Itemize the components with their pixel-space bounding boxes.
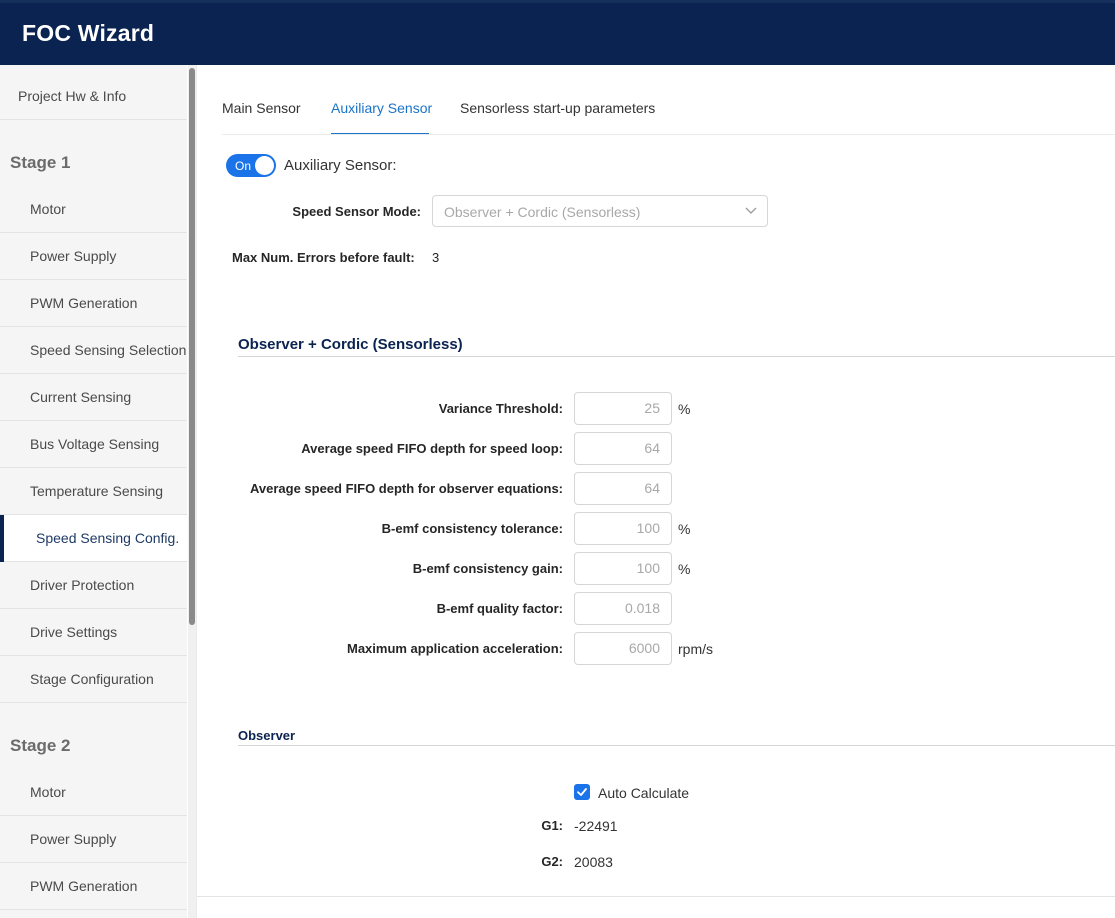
tab-main-sensor[interactable]: Main Sensor [222, 100, 301, 116]
sidebar-item-motor[interactable]: Motor [0, 186, 187, 233]
g2-value: 20083 [574, 854, 613, 870]
app-header: FOC Wizard [0, 0, 1115, 65]
sidebar-item-power-supply[interactable]: Power Supply [0, 233, 187, 280]
fifo-observer-label: Average speed FIFO depth for observer eq… [249, 481, 563, 496]
tabs-divider [222, 134, 1115, 135]
content-divider [196, 65, 197, 918]
variance-threshold-unit: % [678, 401, 691, 417]
sidebar-item-speed-sensing-selection[interactable]: Speed Sensing Selection [0, 327, 187, 374]
auxiliary-sensor-toggle[interactable]: On [226, 154, 276, 177]
bemf-quality-label: B-emf quality factor: [436, 601, 563, 616]
header-top-strip [0, 0, 1115, 3]
speed-sensor-mode-value: Observer + Cordic (Sensorless) [444, 204, 641, 220]
max-errors-label: Max Num. Errors before fault: [232, 250, 415, 265]
sidebar: Project Hw & Info Stage 1 Motor Power Su… [0, 65, 187, 918]
chevron-down-icon [745, 207, 757, 214]
auto-calculate-checkbox[interactable] [574, 784, 590, 800]
max-acceleration-label: Maximum application acceleration: [346, 641, 563, 656]
bemf-tolerance-label: B-emf consistency tolerance: [381, 521, 563, 536]
stage-1-heading: Stage 1 [10, 153, 71, 172]
fifo-speed-loop-input[interactable]: 64 [574, 432, 672, 465]
observer-cordic-section-divider [238, 356, 1115, 357]
speed-sensor-mode-label: Speed Sensor Mode: [292, 204, 421, 219]
max-errors-value: 3 [432, 250, 440, 265]
variance-threshold-input[interactable]: 25 [574, 392, 672, 425]
bemf-gain-input[interactable]: 100 [574, 552, 672, 585]
g2-label: G2: [541, 854, 563, 869]
toggle-knob [255, 156, 274, 175]
observer-cordic-section-title: Observer + Cordic (Sensorless) [238, 336, 463, 353]
bemf-quality-input[interactable]: 0.018 [574, 592, 672, 625]
speed-sensor-mode-select[interactable]: Observer + Cordic (Sensorless) [432, 195, 768, 227]
variance-threshold-label: Variance Threshold: [438, 401, 563, 416]
max-acceleration-input[interactable]: 6000 [574, 632, 672, 665]
sidebar-scrollbar-thumb[interactable] [189, 68, 195, 625]
fifo-speed-loop-label: Average speed FIFO depth for speed loop: [301, 441, 563, 456]
sidebar-item-temperature-sensing[interactable]: Temperature Sensing [0, 468, 187, 515]
sidebar-item-current-sensing[interactable]: Current Sensing [0, 374, 187, 421]
bemf-tolerance-unit: % [678, 521, 691, 537]
sidebar-item-bus-voltage-sensing[interactable]: Bus Voltage Sensing [0, 421, 187, 468]
toggle-state-label: On [235, 159, 252, 173]
sidebar-item-stage2-motor[interactable]: Motor [0, 769, 187, 816]
tab-auxiliary-sensor[interactable]: Auxiliary Sensor [331, 100, 432, 116]
bemf-gain-unit: % [678, 561, 691, 577]
sidebar-item-drive-settings[interactable]: Drive Settings [0, 609, 187, 656]
sidebar-item-stage2-pwm-generation[interactable]: PWM Generation [0, 863, 187, 910]
auxiliary-sensor-label: Auxiliary Sensor: [284, 157, 397, 174]
bemf-tolerance-input[interactable]: 100 [574, 512, 672, 545]
auto-calculate-label: Auto Calculate [598, 785, 690, 801]
app-title: FOC Wizard [22, 20, 155, 46]
observer-section-title: Observer [238, 728, 296, 743]
observer-section-divider [238, 745, 1115, 746]
tab-sensorless-startup[interactable]: Sensorless start-up parameters [460, 100, 655, 116]
g1-label: G1: [541, 818, 563, 833]
max-acceleration-unit: rpm/s [678, 641, 713, 657]
sidebar-item-stage2-power-supply[interactable]: Power Supply [0, 816, 187, 863]
fifo-observer-input[interactable]: 64 [574, 472, 672, 505]
sidebar-item-driver-protection[interactable]: Driver Protection [0, 562, 187, 609]
sidebar-scrollbar[interactable] [188, 65, 196, 918]
sidebar-item-speed-sensing-config[interactable]: Speed Sensing Config. [0, 515, 187, 562]
content-bottom-divider [197, 896, 1115, 897]
checkmark-icon [577, 788, 587, 796]
sidebar-item-stage-configuration[interactable]: Stage Configuration [0, 656, 187, 703]
sidebar-item-pwm-generation[interactable]: PWM Generation [0, 280, 187, 327]
stage-2-heading: Stage 2 [10, 736, 71, 755]
bemf-gain-label: B-emf consistency gain: [412, 561, 563, 576]
sidebar-item-project-info[interactable]: Project Hw & Info [0, 65, 187, 120]
g1-value: -22491 [574, 818, 618, 834]
